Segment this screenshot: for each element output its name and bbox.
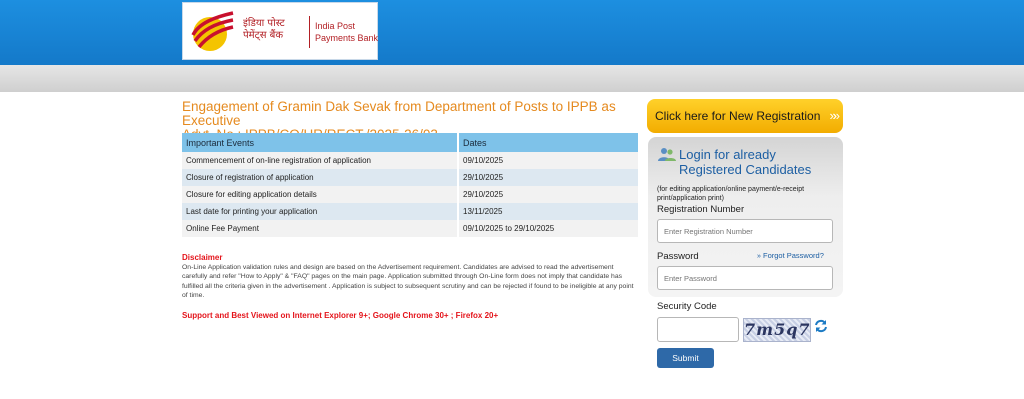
forgot-password-label: Forgot Password? <box>763 251 824 260</box>
event-cell: Closure of registration of application <box>182 169 459 186</box>
table-header-events: Important Events <box>182 133 459 152</box>
new-registration-label: Click here for New Registration <box>655 109 821 123</box>
important-events-table: Important Events Dates Commencement of o… <box>182 133 640 237</box>
table-row: Commencement of on-line registration of … <box>182 152 640 169</box>
captcha-image: 7m5q7 <box>743 318 811 342</box>
date-cell: 09/10/2025 to 29/10/2025 <box>458 220 640 237</box>
browser-support-note: Support and Best Viewed on Internet Expl… <box>182 311 499 320</box>
password-label: Password <box>657 251 699 262</box>
event-cell: Online Fee Payment <box>182 220 459 237</box>
table-row: Closure of registration of application 2… <box>182 169 640 186</box>
table-header-row: Important Events Dates <box>182 133 640 152</box>
event-cell: Closure for editing application details <box>182 186 459 203</box>
disclaimer-heading: Disclaimer <box>182 253 223 262</box>
double-chevron-right-icon: »» <box>829 108 841 123</box>
password-input[interactable] <box>657 266 833 290</box>
header-bar <box>0 0 1024 65</box>
date-cell: 13/11/2025 <box>458 203 640 220</box>
logo-divider <box>309 16 310 48</box>
users-icon <box>658 148 676 161</box>
nav-bar <box>0 65 1024 92</box>
table-header-dates: Dates <box>458 133 640 152</box>
date-cell: 29/10/2025 <box>458 169 640 186</box>
refresh-icon[interactable] <box>814 319 828 333</box>
date-cell: 09/10/2025 <box>458 152 640 169</box>
submit-button[interactable]: Submit <box>657 348 714 368</box>
disclaimer-text: On-Line Application validation rules and… <box>182 264 634 299</box>
ippb-logo[interactable]: इंडिया पोस्ट पेमेंट्स बैंक India Post Pa… <box>182 2 378 60</box>
logo-hindi-text: इंडिया पोस्ट पेमेंट्स बैंक <box>243 18 285 41</box>
registration-number-label: Registration Number <box>657 204 745 215</box>
security-code-label: Security Code <box>657 301 717 312</box>
event-cell: Last date for printing your application <box>182 203 459 220</box>
event-cell: Commencement of on-line registration of … <box>182 152 459 169</box>
ippb-emblem-icon <box>191 11 234 51</box>
page-title-line1: Engagement of Gramin Dak Sevak from Depa… <box>182 99 616 128</box>
logo-english-line2: Payments Bank <box>315 33 379 43</box>
registration-number-input[interactable] <box>657 219 833 243</box>
logo-english-text: India Post Payments Bank <box>315 20 379 44</box>
table-row: Online Fee Payment 09/10/2025 to 29/10/2… <box>182 220 640 237</box>
date-cell: 29/10/2025 <box>458 186 640 203</box>
table-row: Last date for printing your application … <box>182 203 640 220</box>
table-row: Closure for editing application details … <box>182 186 640 203</box>
double-chevron-right-icon: » <box>757 253 761 260</box>
logo-english-line1: India Post <box>315 21 356 31</box>
forgot-password-link[interactable]: » Forgot Password? <box>757 251 824 260</box>
login-note: (for editing application/online payment/… <box>657 186 805 202</box>
new-registration-button[interactable]: Click here for New Registration »» <box>647 99 843 133</box>
login-title: Login for already Registered Candidates <box>679 147 812 177</box>
security-code-input[interactable] <box>657 317 739 342</box>
